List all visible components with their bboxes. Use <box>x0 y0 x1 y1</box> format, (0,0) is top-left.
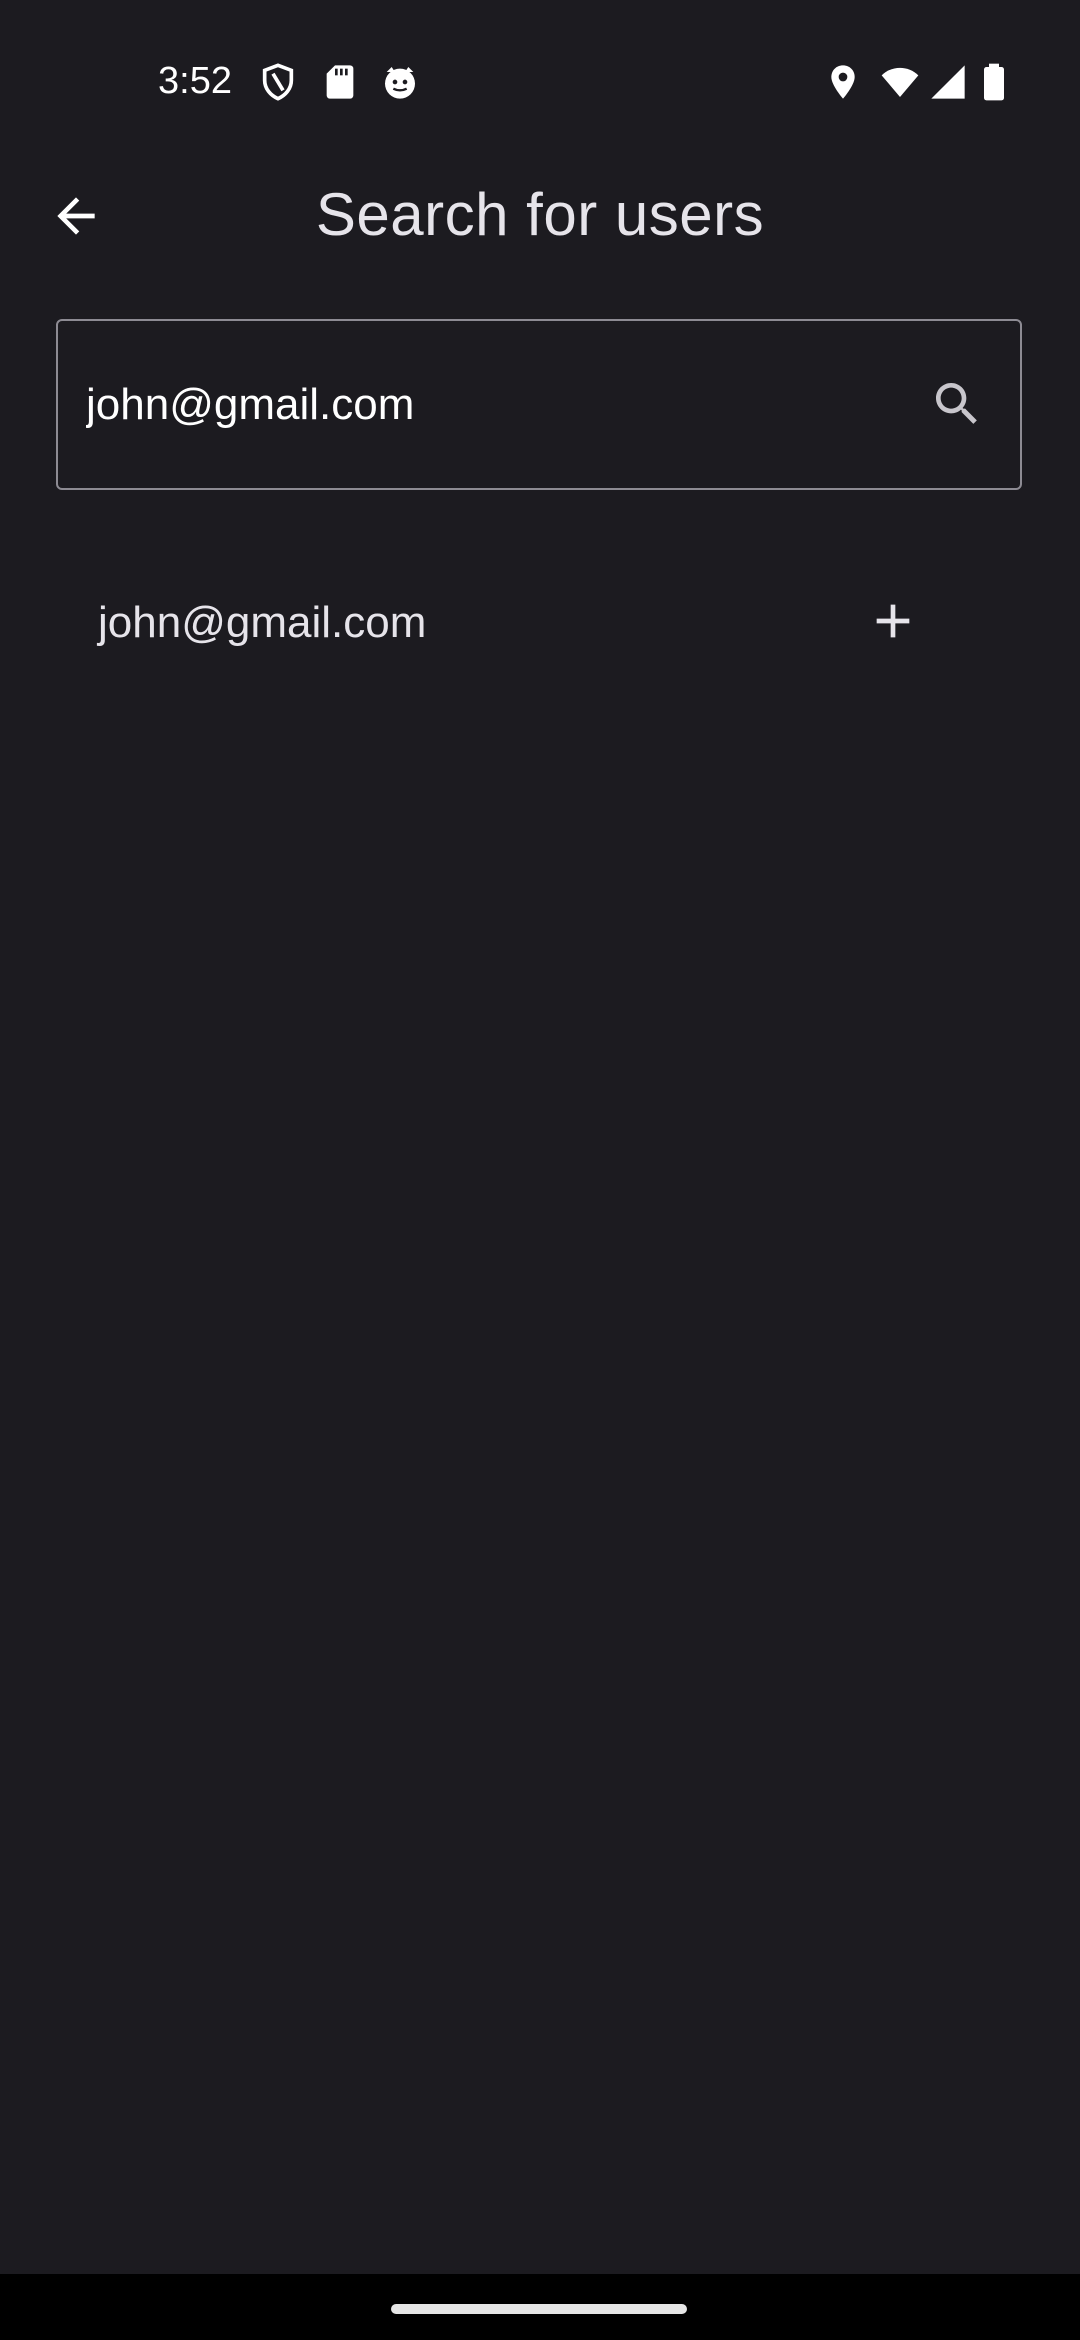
arrow-back-icon <box>57 197 95 235</box>
wifi-icon <box>881 67 919 97</box>
top-app-bar: Search for users <box>0 160 1080 270</box>
shield-icon <box>262 63 294 101</box>
sd-card-icon <box>326 65 354 99</box>
result-email: john@gmail.com <box>98 598 427 647</box>
signal-icon <box>931 65 965 99</box>
search-field[interactable] <box>56 319 1022 490</box>
screen: 3:52 Search for users john@gmail.com joh… <box>0 0 1080 2340</box>
page-title: Search for users <box>315 181 765 248</box>
list-item: john@gmail.com <box>0 560 1080 690</box>
status-bar: 3:52 <box>0 0 1080 160</box>
search-results-list: john@gmail.com <box>0 560 1080 690</box>
navigation-bar <box>0 2274 1080 2340</box>
home-indicator[interactable] <box>391 2304 687 2314</box>
status-time: 3:52 <box>158 60 232 102</box>
search-icon <box>936 383 977 424</box>
back-button[interactable] <box>40 180 112 252</box>
add-icon <box>876 604 910 638</box>
location-icon <box>831 65 855 99</box>
search-input[interactable] <box>86 321 906 488</box>
add-user-button[interactable] <box>860 588 926 654</box>
cat-face-icon <box>385 67 415 99</box>
battery-icon <box>984 63 1004 101</box>
search-button[interactable] <box>924 371 990 437</box>
